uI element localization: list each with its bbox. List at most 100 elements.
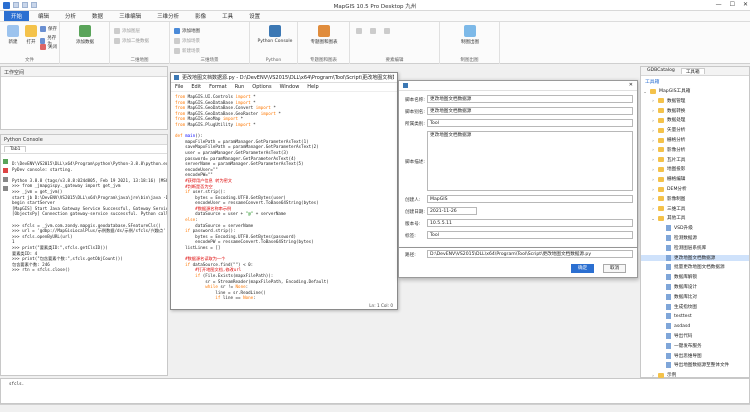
tree-root[interactable]: ⌄ MapGIS工具箱	[643, 88, 690, 94]
expand-icon[interactable]: ›	[651, 138, 655, 143]
menu-help[interactable]: Help	[307, 84, 318, 90]
stop-icon[interactable]	[3, 168, 8, 173]
maximize-icon[interactable]: ☐	[730, 1, 735, 8]
tree-folder[interactable]: › 瓦片工具	[641, 157, 749, 163]
python-console-button[interactable]: Python Console	[254, 25, 296, 44]
console-tab[interactable]: Tab1	[4, 146, 27, 152]
ribbon-tab-3d-analysis[interactable]: 三维分析	[150, 11, 186, 21]
menu-format[interactable]: Format	[209, 84, 227, 90]
run-icon[interactable]	[3, 159, 8, 164]
menu-options[interactable]: Options	[252, 84, 271, 90]
tree-folder[interactable]: › 影像分析	[641, 147, 749, 153]
ribbon-tab-settings[interactable]: 设置	[242, 11, 267, 21]
cancel-button[interactable]: 取消	[603, 264, 627, 273]
expand-icon[interactable]: ›	[651, 157, 655, 162]
tree-tool[interactable]: 数据库比对	[641, 293, 749, 300]
console-input[interactable]: sfcls.	[1, 379, 749, 389]
ribbon-tab-tools[interactable]: 工具	[215, 11, 240, 21]
menu-edit[interactable]: Edit	[191, 84, 201, 90]
add-layer-button[interactable]: 添加图层	[114, 28, 140, 34]
tree-tool[interactable]: 检测数据源	[641, 235, 749, 241]
expand-icon[interactable]: ›	[651, 373, 655, 378]
tree-folder[interactable]: › 数据处理	[641, 117, 749, 123]
expand-icon[interactable]: ›	[651, 167, 655, 172]
tree-folder[interactable]: › 数据转换	[641, 108, 749, 114]
tree-tool[interactable]: 导出地图数据源至整体文件	[641, 362, 749, 369]
expand-icon[interactable]: ›	[651, 118, 655, 123]
thematic-map-button[interactable]: 专题图和图表	[302, 25, 346, 45]
tag-field[interactable]: Tool	[427, 231, 633, 239]
tree-folder[interactable]: › 影像制图	[641, 196, 749, 202]
ribbon-tab-image[interactable]: 影像	[188, 11, 213, 21]
expand-icon[interactable]: ›	[651, 187, 655, 192]
minimize-icon[interactable]: —	[716, 1, 722, 8]
edit-tool-2-button[interactable]	[370, 28, 376, 34]
tree-tool[interactable]: asdasd	[641, 323, 749, 330]
tab-toolbox[interactable]: 工具箱	[680, 68, 705, 75]
tree-tool[interactable]: 批量更改地图文档数据源	[641, 264, 749, 271]
edit-tool-3-button[interactable]	[384, 28, 390, 34]
expand-icon[interactable]: ›	[651, 128, 655, 133]
script-description-field[interactable]: 更改地图文档数据源	[427, 131, 633, 191]
ribbon-tab-analysis[interactable]: 分析	[58, 11, 83, 21]
workspace-title: 工作空间	[1, 67, 167, 77]
tree-tool[interactable]: 导出代码	[641, 333, 749, 339]
expand-icon[interactable]: ›	[651, 177, 655, 182]
script-path-field[interactable]: D:\DevENV\VS2015\DLL\x64\Program\Tool\Sc…	[427, 250, 633, 258]
expand-icon[interactable]: ⌄	[651, 216, 655, 221]
edit-tool-1-button[interactable]	[356, 28, 362, 34]
add-2d-data-button[interactable]: 添加二维数据	[114, 38, 149, 44]
tree-tool[interactable]: testtest	[641, 313, 749, 320]
add-data-button[interactable]: 添加数据	[74, 25, 96, 45]
expand-icon[interactable]: ›	[651, 206, 655, 211]
expand-icon[interactable]: ›	[651, 98, 655, 103]
dialog-close-icon[interactable]: ✕	[629, 82, 633, 88]
expand-icon[interactable]: ›	[651, 108, 655, 113]
tree-tool[interactable]: 一键发布服务	[641, 342, 749, 349]
ok-button[interactable]: 确定	[571, 264, 595, 273]
tree-tool[interactable]: 数据库设计	[641, 284, 749, 290]
new-scene-button[interactable]: 新建场景	[174, 48, 200, 54]
capture-button[interactable]: 制图出图	[446, 25, 494, 45]
tree-tool[interactable]: 更改地图文档数据源	[641, 254, 749, 261]
tree-folder[interactable]: › 三维工具	[641, 206, 749, 212]
menu-file[interactable]: File	[175, 84, 183, 90]
close-window-icon[interactable]: ✕	[743, 1, 748, 8]
tree-tool[interactable]: VSD升级	[641, 225, 749, 232]
tree-tool[interactable]: 导出思维导图	[641, 352, 749, 359]
ribbon-tab-data[interactable]: 数据	[85, 11, 110, 21]
script-alias-field[interactable]: 更改地图文档数据源	[427, 107, 633, 115]
expand-icon[interactable]: ›	[651, 196, 655, 201]
tree-tool[interactable]: 生成指纹图	[641, 303, 749, 310]
tree-tool[interactable]: 检测图层系统库	[641, 244, 749, 251]
add-map-button[interactable]: 添加地图	[174, 28, 200, 34]
tree-folder[interactable]: › 栅格编辑	[641, 176, 749, 182]
settings-icon[interactable]	[3, 186, 8, 191]
tree-folder[interactable]: › 地图投影	[641, 166, 749, 172]
close-button[interactable]: 关闭	[40, 44, 57, 50]
version-field[interactable]: 10.5.5.11	[427, 219, 633, 227]
script-name-field[interactable]: 更改地图文档数据源	[427, 95, 633, 103]
ribbon-tab-start[interactable]: 开始	[4, 11, 30, 21]
ribbon-tab-edit[interactable]: 编辑	[31, 11, 56, 21]
code-area[interactable]: from MapGIS.UI.Controls import * from Map…	[171, 92, 397, 300]
ribbon-tab-3d-edit[interactable]: 三维编辑	[112, 11, 148, 21]
script-category-field[interactable]: Tool	[427, 119, 633, 127]
clear-icon[interactable]	[3, 177, 8, 182]
menu-window[interactable]: Window	[280, 84, 300, 90]
creator-field[interactable]: MapGIS	[427, 195, 633, 203]
open-button[interactable]: 打开	[20, 25, 42, 45]
tree-folder[interactable]: › 示例	[641, 372, 749, 378]
menu-run[interactable]: Run	[235, 84, 245, 90]
save-button[interactable]: 保存	[40, 26, 57, 32]
add-scene-button[interactable]: 添加场景	[174, 38, 200, 44]
tree-tool[interactable]: 数据库解锁	[641, 274, 749, 281]
tree-folder[interactable]: › DEM分析	[641, 186, 749, 192]
tree-folder[interactable]: ⌄ 其他工具	[641, 215, 749, 221]
tree-folder[interactable]: › 数据管理	[641, 98, 749, 104]
tab-gdbcatalog[interactable]: GDBCatalog	[643, 68, 679, 74]
create-date-field[interactable]: 2021-11-26	[427, 207, 477, 215]
tree-folder[interactable]: › 栅格分析	[641, 137, 749, 143]
expand-icon[interactable]: ›	[651, 147, 655, 152]
tree-folder[interactable]: › 矢量分析	[641, 127, 749, 133]
